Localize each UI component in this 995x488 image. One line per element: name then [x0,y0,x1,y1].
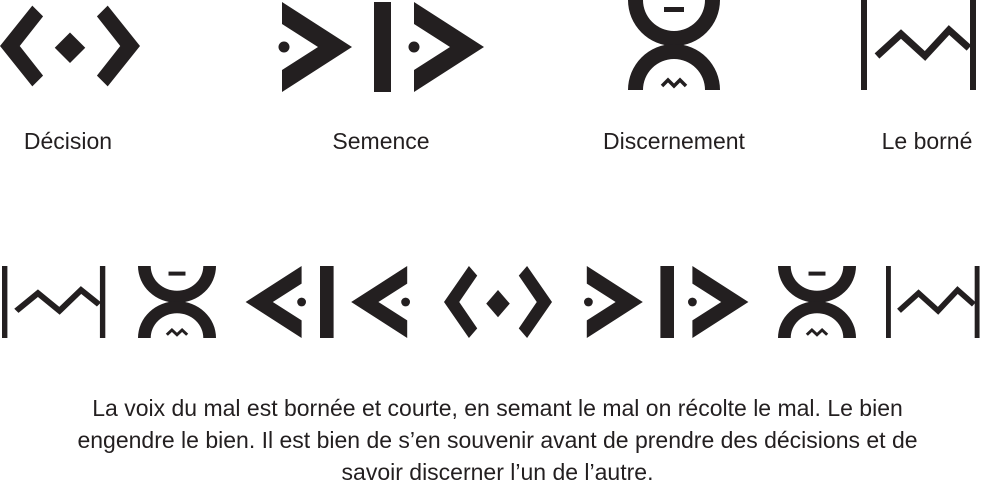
decision-icon [0,5,140,87]
le-borne-icon [861,0,979,90]
caption-line-2: engendre le bien. Il est bien de s’en so… [77,427,918,453]
discernement-icon [626,0,722,92]
caption: La voix du mal est bornée et courte, en … [0,392,995,488]
sequence-le-borne-icon-2 [886,266,982,338]
legend-label-le-borne: Le borné [881,128,973,154]
sequence-decision-icon [444,266,552,338]
caption-line-1: La voix du mal est bornée et courte, en … [92,395,903,421]
legend-label-semence: Semence [332,128,430,154]
caption-line-3: savoir discerner l’un de l’autre. [341,459,654,485]
sequence-discernement-icon-2 [776,264,858,340]
sequence-le-borne-icon [2,266,108,338]
sequence-semence-icon [584,266,749,338]
legend-label-decision: Décision [23,128,113,154]
sequence-discernement-icon [136,264,218,340]
legend-label-discernement: Discernement [603,128,745,154]
semence-icon [278,2,484,92]
sequence-semence-mirrored-icon [245,266,410,338]
